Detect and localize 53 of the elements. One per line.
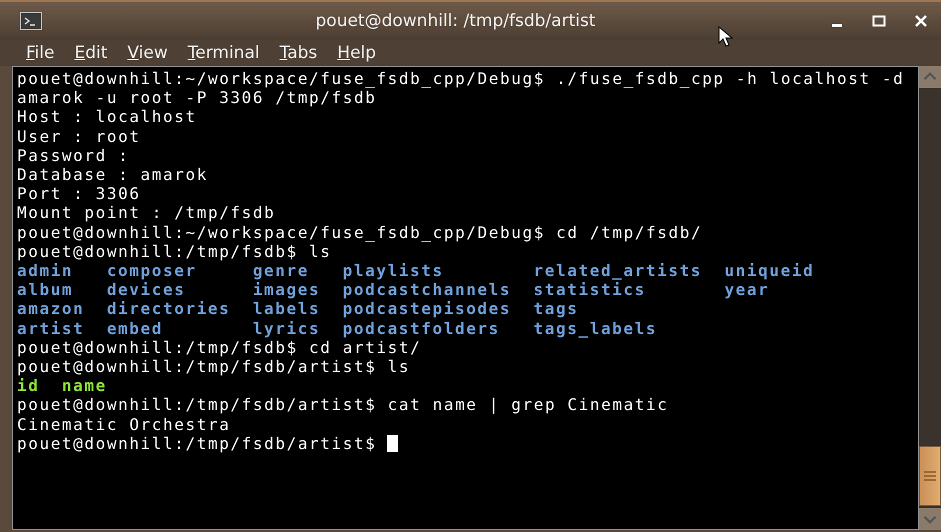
file-name: year [724,280,770,300]
file-name: devices [106,280,186,300]
terminal-line: Database : amarok [17,165,209,184]
file-name: admin [17,261,74,280]
file-name: labels [252,299,322,319]
menu-item[interactable]: Help [329,43,384,63]
file-name: name [62,376,107,396]
text-cursor [387,434,398,452]
scrollbar-thumb[interactable] [919,446,941,506]
file-name: related_artists [534,261,704,280]
terminal-line: Password : [17,146,130,166]
terminal-line: Cinematic Orchestra [17,414,232,434]
file-name: podcastepisodes [342,299,512,319]
terminal-line: Mount point : /tmp/fsdb [17,203,276,223]
file-name: tags [534,299,580,319]
menu-item[interactable]: File [18,43,62,63]
file-name: playlists [342,261,445,280]
terminal-line: Port : 3306 [17,184,142,204]
file-name: statistics [534,280,647,300]
maximize-icon[interactable] [871,13,887,29]
file-name: amazon [17,299,86,319]
file-name: podcastfolders [342,318,501,338]
file-name: album [17,280,74,300]
file-name: composer [106,261,198,280]
file-name: uniqueid [724,261,814,280]
menu-item[interactable]: Edit [66,43,116,63]
terminal-line: amarok -u root -P 3306 /tmp/fsdb [17,88,378,108]
terminal-icon [20,12,42,30]
terminal-line: User : root [17,126,142,146]
file-name: artist [17,318,86,338]
mouse-pointer-icon [718,26,734,48]
file-name: lyrics [252,318,322,338]
terminal-line: Host : localhost [17,107,198,127]
file-name: id [17,376,40,396]
terminal-line: pouet@downhill:/tmp/fsdb$ cd artist/ [17,338,422,358]
terminal-line: pouet@downhill:/tmp/fsdb/artist$ cat name | grep Cinematic [17,395,670,415]
terminal-line: pouet@downhill:/tmp/fsdb$ ls [17,242,332,262]
menu-item[interactable]: Terminal [180,43,268,63]
file-name: images [252,280,322,300]
menu-item[interactable]: View [119,43,176,63]
file-name: podcastchannels [342,280,512,300]
file-name: embed [106,318,164,338]
terminal-line: pouet@downhill:~/workspace/fuse_fsdb_cpp/Debug$ ./fuse_fsdb_cpp -h localhost -d [17,69,906,88]
window-title: pouet@downhill: /tmp/fsdb/artist [314,11,596,31]
close-icon[interactable] [913,13,929,29]
file-name: tags_labels [534,318,658,338]
terminal-line: pouet@downhill:/tmp/fsdb/artist$ ls [17,357,412,376]
file-name: directories [106,299,232,319]
scrollbar[interactable] [919,66,941,530]
terminal-line: pouet@downhill:~/workspace/fuse_fsdb_cpp/Debug$ cd /tmp/fsdb/ [17,222,704,242]
terminal-prompt: pouet@downhill:/tmp/fsdb/artist$ [17,434,378,454]
menu-item[interactable]: Tabs [272,43,326,63]
file-name: genre [252,261,310,280]
